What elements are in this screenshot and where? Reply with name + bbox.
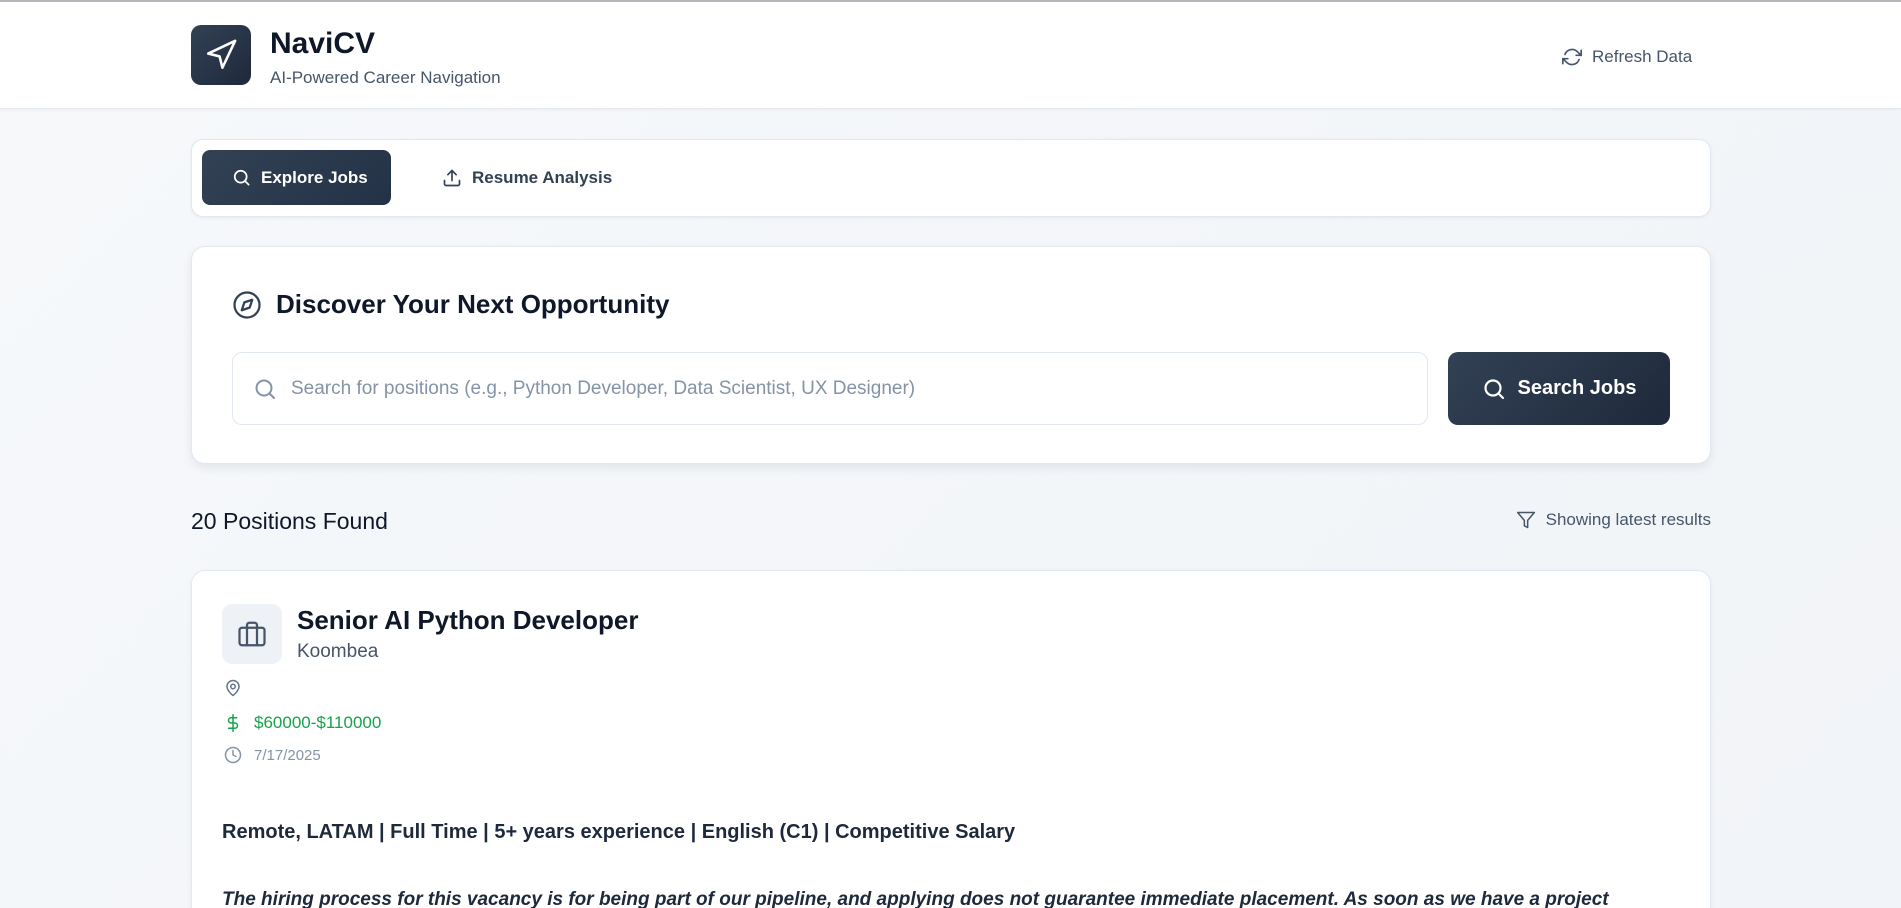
upload-icon	[443, 169, 461, 186]
job-title[interactable]: Senior AI Python Developer	[297, 605, 638, 636]
main-tabs: Explore Jobs Resume Analysis	[191, 139, 1711, 217]
map-pin-icon	[226, 679, 240, 697]
job-description: The hiring process for this vacancy is f…	[222, 889, 1609, 908]
search-icon	[1483, 378, 1504, 399]
tab-explore-jobs-label: Explore Jobs	[261, 167, 368, 187]
search-icon	[233, 169, 250, 186]
app-logo[interactable]	[191, 25, 251, 85]
job-summary: Remote, LATAM | Full Time | 5+ years exp…	[222, 821, 1016, 843]
job-company: Koombea	[297, 641, 379, 662]
refresh-icon	[1562, 48, 1582, 66]
briefcase-icon	[238, 621, 266, 647]
search-jobs-button[interactable]: Search Jobs	[1448, 352, 1670, 425]
job-location	[224, 679, 254, 697]
job-salary-text: $60000-$110000	[254, 713, 382, 732]
refresh-data-button[interactable]: Refresh Data	[1552, 37, 1706, 77]
results-count: 20 Positions Found	[191, 508, 388, 534]
app-title: NaviCV	[270, 27, 376, 60]
search-heading-title: Discover Your Next Opportunity	[276, 289, 670, 319]
app-subtitle: AI-Powered Career Navigation	[270, 68, 501, 87]
tab-resume-analysis-label: Resume Analysis	[472, 167, 613, 187]
refresh-data-label: Refresh Data	[1592, 47, 1693, 66]
job-date: 7/17/2025	[224, 746, 321, 764]
results-filter: Showing latest results	[1516, 510, 1711, 530]
search-icon	[255, 379, 275, 399]
tab-resume-analysis[interactable]: Resume Analysis	[430, 150, 624, 205]
app-header: NaviCV AI-Powered Career Navigation Refr…	[0, 2, 1901, 109]
search-heading: Discover Your Next Opportunity	[232, 289, 669, 320]
paper-plane-icon	[206, 39, 237, 70]
job-icon-tile	[222, 604, 282, 664]
dollar-icon	[227, 714, 239, 732]
job-date-text: 7/17/2025	[254, 746, 321, 764]
search-card: Discover Your Next Opportunity Search Jo…	[191, 246, 1711, 464]
filter-icon	[1516, 511, 1535, 529]
clock-icon	[224, 746, 242, 764]
results-filter-label: Showing latest results	[1545, 510, 1711, 529]
search-input[interactable]	[291, 377, 1411, 400]
search-field[interactable]	[232, 352, 1428, 425]
search-jobs-label: Search Jobs	[1517, 377, 1637, 399]
tab-explore-jobs[interactable]: Explore Jobs	[202, 150, 391, 205]
job-card[interactable]: Senior AI Python Developer Koombea $6000…	[191, 570, 1711, 908]
job-salary: $60000-$110000	[224, 713, 381, 733]
compass-icon	[233, 290, 261, 319]
